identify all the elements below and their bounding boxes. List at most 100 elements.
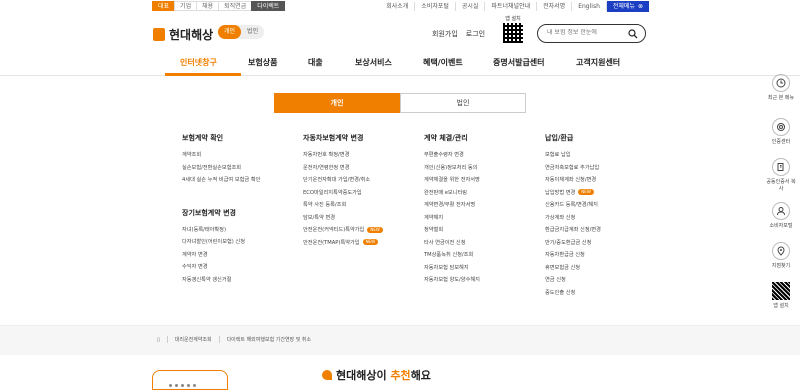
menu-item[interactable]: 안전운전(커넥티드)특약가입 NEW [303,224,383,237]
menu-item[interactable]: 만기/중도환급금 신청 [545,237,601,250]
nav-claims[interactable]: 보상서비스 [355,57,392,68]
menu-item[interactable]: TM상품녹취 신청/조회 [424,249,480,262]
menu-item[interactable]: 청약철회 [424,224,480,237]
menu-list: 보험료 납입연금저축보험료 추가납입자동이체계좌 신청/변경 납입방법 변경 NEW… [545,149,601,299]
clock-icon [776,78,786,88]
login-link[interactable]: 로그인 [466,29,485,39]
user-icon [777,207,785,216]
sidebar-branch-finder[interactable]: 지점찾기 [765,242,797,269]
app-install-label: 앱 설치 [505,16,521,22]
menu-item[interactable]: 타사 연금이전 신청 [424,237,480,250]
menu-item[interactable]: 특약 사진 등록/조회 [303,199,383,212]
menu-item[interactable]: 단기운전자확대 가입/변경/취소 [303,174,383,187]
menu-item-label: 운전자/연령한정 변경 [303,164,350,171]
sidebar-auth-center[interactable]: 인증센터 [765,118,797,145]
util-partner[interactable]: 파트너채널안내 [485,2,538,11]
menu-item[interactable]: 자동차보험 양도/양수해지 [424,274,480,287]
menu-item[interactable]: 운전자/연령한정 변경 [303,162,383,175]
menu-item[interactable]: 계약조회 [182,149,260,162]
menu-item[interactable]: 연금저축보험료 추가납입 [545,162,601,175]
breadcrumb-item[interactable]: 다이렉트 해외여행보험 기간연장 및 취소 [227,336,312,343]
menu-list: 자동차번호 확정/변경운전자/연령한정 변경단기운전자확대 가입/변경/취소 EC… [303,149,383,249]
menu-column-4: 납입/환급 보험료 납입 연금저축보험료 추가납입 자동이체계좌 신청/변경 납입방법… [545,133,601,299]
recommend-card[interactable] [152,370,228,390]
menu-item[interactable]: 자동차보험 담보해지 [424,262,480,275]
menu-item[interactable]: 자동차환급금 신청 [545,249,601,262]
menu-item[interactable]: 수익자 변경 [182,261,260,274]
menu-item[interactable]: 무편출수령자 변경 [424,149,480,162]
menu-item[interactable]: 보험료 납입 [545,149,601,162]
menu-item-label: 무편출수령자 변경 [424,152,464,158]
nav-benefits-events[interactable]: 혜택/이벤트 [423,57,463,68]
menu-item[interactable]: 납입방법 변경 NEW [545,187,601,200]
nav-certificates[interactable]: 증명서발급센터 [493,57,545,68]
search-input[interactable] [547,29,627,36]
tab-personal[interactable]: 개인 [274,93,400,113]
menu-item[interactable]: 계약해지 [424,212,480,225]
menu-item[interactable]: 자동차번호 확정/변경 [303,149,383,162]
logo[interactable]: 현대해상 [153,26,213,43]
segment-corporate[interactable]: 기업 [174,1,198,11]
menu-item[interactable]: 자동갱신특약 갱신거절 [182,274,260,287]
menu-item[interactable]: 휴면보험금 신청 [545,262,601,275]
nav-customer-support[interactable]: 고객지원센터 [576,57,620,68]
menu-item-label: 보험료 납입 [545,152,571,158]
sidebar-consumer-portal[interactable]: 소비자포털 [765,202,797,229]
util-disclosure[interactable]: 공시실 [456,2,486,11]
menu-item-label: 특약 사진 등록/조회 [303,202,347,208]
nav-internet-window[interactable]: 인터넷창구 [180,57,217,68]
full-menu-button[interactable]: 전체메뉴 ⊗ [606,1,649,12]
toggle-personal[interactable]: 개인 [218,25,242,39]
menu-item[interactable]: 가상계좌 신청 [545,212,601,225]
recommend-section: 현대해상이 추천해요 [0,355,800,390]
nav-insurance-products[interactable]: 보험상품 [248,57,277,68]
segment-direct[interactable]: 다이렉트 [251,1,286,11]
menu-item[interactable]: 계약자 변경 [182,249,260,262]
sidebar-recent-menu[interactable]: 최근 본 메뉴 [765,74,797,101]
menu-item[interactable]: 안전운전(TMAP)특약가입 NEW [303,237,383,250]
menu-item-label: 자동차환급금 신청 [545,252,585,258]
breadcrumb: ▯ 대리운전계약조회 다이렉트 해외여행보험 기간연장 및 취소 [157,336,311,343]
breadcrumb-item[interactable]: 대리운전계약조회 [175,336,212,343]
menu-item[interactable]: 자동이체계좌 신청/변경 [545,174,601,187]
menu-item[interactable]: 개인(신용)정보처리 동의 [424,162,480,175]
menu-item[interactable]: 환급금지급계좌 신청/변경 [545,224,601,237]
menu-item[interactable]: 계약체결을 위한 전자서명 [424,174,480,187]
search-icon[interactable] [628,29,638,39]
recommend-highlight: 추천 [390,369,411,382]
segment-pension[interactable]: 퇴직연금 [218,1,253,11]
toggle-corporate[interactable]: 법인 [241,25,264,39]
menu-item[interactable]: 계약변경/부활 전자서명 [424,199,480,212]
menu-item-label: 연금저축보험료 추가납입 [545,164,600,171]
util-about[interactable]: 회사소개 [380,2,416,11]
signup-link[interactable]: 회원가입 [432,29,458,39]
util-consumer[interactable]: 소비자포털 [415,2,456,11]
tab-corporate[interactable]: 법인 [400,93,526,113]
segment-recruit[interactable]: 채용 [196,1,220,11]
login-links: 회원가입 로그인 [432,29,485,39]
menu-item-label: 만기/중도환급금 신청 [545,239,592,246]
new-badge: NEW [362,239,379,245]
segment-main[interactable]: 대표 [152,1,176,11]
menu-item[interactable]: 자녀(등록/태아확정) [182,224,260,237]
certificate-icon [777,123,785,131]
menu-item[interactable]: 담보/특약 변경 [303,212,383,225]
nav-loans[interactable]: 대출 [308,57,323,68]
menu-item[interactable]: 중도인출 신청 [545,287,601,300]
menu-item[interactable]: 연금 신청 [545,274,601,287]
menu-item-label: 중도인출 신청 [545,289,576,296]
menu-item-label: TM상품녹취 신청/조회 [424,252,474,258]
menu-item[interactable]: 신용카드 등록/변경/해지 [545,199,601,212]
menu-item[interactable]: ECO마일리지특약중도가입 [303,187,383,200]
util-esign[interactable]: 전자서명 [537,2,573,11]
menu-item[interactable]: 4세대 실손 누적 비급여 보험금 확인 [182,174,260,187]
sidebar-cert-copy[interactable]: 공동인증서 복사 [765,158,797,192]
sidebar-app-install[interactable]: 앱 설치 [765,282,797,309]
recommend-heading: 현대해상이 추천해요 [322,367,431,383]
menu-item[interactable]: 다자녀할인(어린이보험) 신청 [182,236,260,249]
menu-item[interactable]: 실손보험/전환실손보험조회 [182,162,260,175]
util-english[interactable]: English [572,2,607,11]
menu-item[interactable]: 완전판매 e모니터링 [424,187,480,200]
menu-item-label: 개인(신용)정보처리 동의 [424,164,478,171]
app-install-qr[interactable]: 앱 설치 [503,15,523,43]
